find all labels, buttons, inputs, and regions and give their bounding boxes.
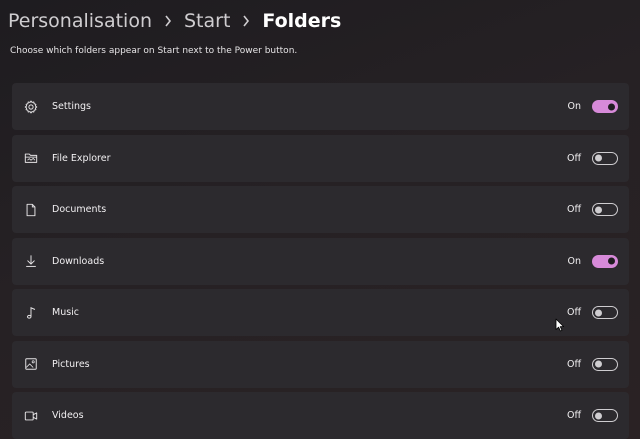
toggle-state-text: On [567, 255, 582, 267]
breadcrumb: Personalisation Start Folders [8, 6, 341, 36]
toggle-knob [595, 154, 602, 162]
toggle-knob [595, 309, 602, 316]
chevron-right-icon [242, 15, 250, 27]
downloads-toggle[interactable] [592, 254, 618, 268]
music-toggle[interactable] [592, 306, 618, 319]
download-icon [24, 254, 38, 268]
documents-toggle[interactable] [592, 203, 618, 216]
folder-row-videos[interactable]: Videos Off [12, 392, 629, 439]
folder-label: Videos [52, 410, 84, 421]
toggle-state-text: Off [566, 204, 581, 215]
document-icon [24, 203, 38, 217]
toggle-knob [608, 257, 615, 265]
toggle-state-text: On [567, 101, 582, 112]
toggle-knob [595, 360, 602, 368]
folder-label: Downloads [52, 255, 105, 267]
folder-row-documents[interactable]: Documents Off [12, 186, 629, 233]
folder-row-music[interactable]: Music Off [12, 289, 629, 336]
toggle-knob [608, 103, 615, 110]
breadcrumb-personalisation[interactable]: Personalisation [8, 10, 152, 32]
chevron-right-icon [164, 15, 172, 27]
folder-row-file-explorer[interactable]: File Explorer Off [12, 134, 629, 182]
toggle-state-text: Off [566, 358, 581, 370]
folder-row-pictures[interactable]: Pictures Off [12, 340, 629, 388]
file-explorer-toggle[interactable] [592, 151, 618, 165]
folder-icon [24, 151, 38, 165]
mouse-cursor-icon [555, 318, 564, 332]
picture-icon [24, 357, 38, 371]
breadcrumb-start[interactable]: Start [184, 10, 230, 32]
music-note-icon [24, 306, 38, 320]
gear-icon [24, 100, 38, 114]
settings-toggle[interactable] [592, 100, 618, 113]
pictures-toggle[interactable] [592, 357, 618, 371]
folder-label: Music [52, 307, 80, 318]
toggle-state-text: Off [566, 307, 581, 318]
folder-row-settings[interactable]: Settings On [12, 83, 629, 130]
video-icon [24, 409, 38, 423]
folder-label: Documents [52, 204, 107, 215]
videos-toggle[interactable] [592, 409, 618, 422]
toggle-knob [595, 412, 602, 419]
folder-row-downloads[interactable]: Downloads On [12, 237, 629, 285]
folder-label: Settings [52, 101, 91, 112]
toggle-state-text: Off [566, 152, 581, 164]
breadcrumb-folders: Folders [262, 10, 342, 32]
page-description: Choose which folders appear on Start nex… [10, 46, 298, 56]
folder-label: Pictures [52, 358, 90, 370]
settings-page: Personalisation Start Folders Choose whi… [0, 0, 640, 439]
toggle-state-text: Off [566, 410, 581, 421]
folder-list: Settings On File Explorer Off Documents … [12, 83, 629, 439]
toggle-knob [595, 206, 602, 213]
folder-label: File Explorer [52, 152, 111, 164]
